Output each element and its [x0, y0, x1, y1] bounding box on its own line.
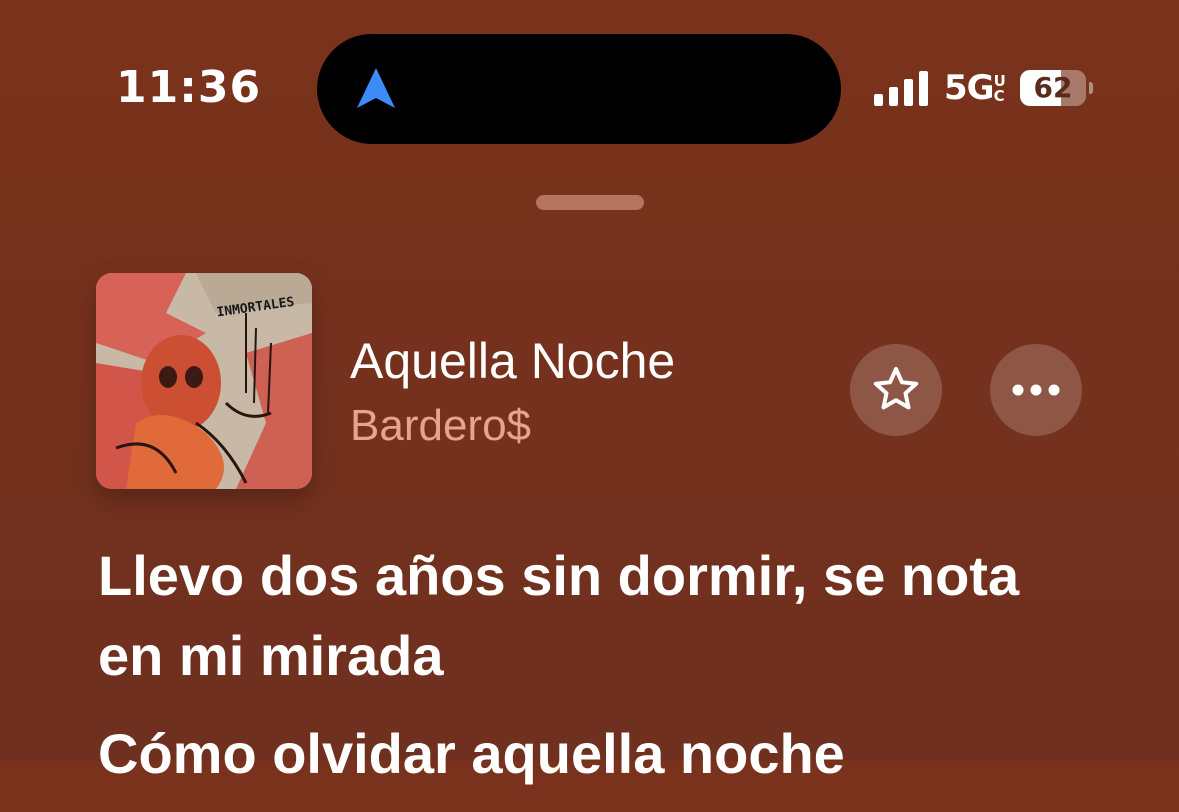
track-title[interactable]: Aquella Noche — [350, 333, 675, 389]
more-options-button[interactable] — [990, 344, 1082, 436]
location-arrow-icon — [357, 68, 395, 108]
lyric-line[interactable]: Cómo olvidar aquella noche — [98, 714, 1098, 794]
ellipsis-icon — [1012, 384, 1060, 396]
network-indicator: 5GUC — [944, 66, 1008, 110]
battery-nub — [1089, 82, 1093, 94]
status-time: 11:36 — [116, 62, 262, 113]
track-artist[interactable]: Bardero$ — [350, 400, 531, 452]
favorite-button[interactable] — [850, 344, 942, 436]
star-icon — [873, 367, 919, 410]
cellular-signal-icon — [874, 71, 928, 106]
album-art-image: INMORTALES — [96, 273, 312, 489]
battery-level: 62 — [1033, 71, 1073, 104]
album-art[interactable]: INMORTALES — [96, 273, 312, 489]
dynamic-island[interactable] — [317, 34, 841, 144]
battery-indicator: 62 — [1020, 70, 1093, 106]
network-suffix: UC — [993, 72, 1006, 105]
network-type: 5G — [944, 68, 995, 108]
lyric-line[interactable]: Llevo dos años sin dormir, se nota en mi… — [98, 536, 1098, 696]
lyrics-container[interactable]: Llevo dos años sin dormir, se nota en mi… — [98, 536, 1098, 812]
battery-body: 62 — [1020, 70, 1086, 106]
sheet-grabber[interactable] — [536, 195, 644, 210]
